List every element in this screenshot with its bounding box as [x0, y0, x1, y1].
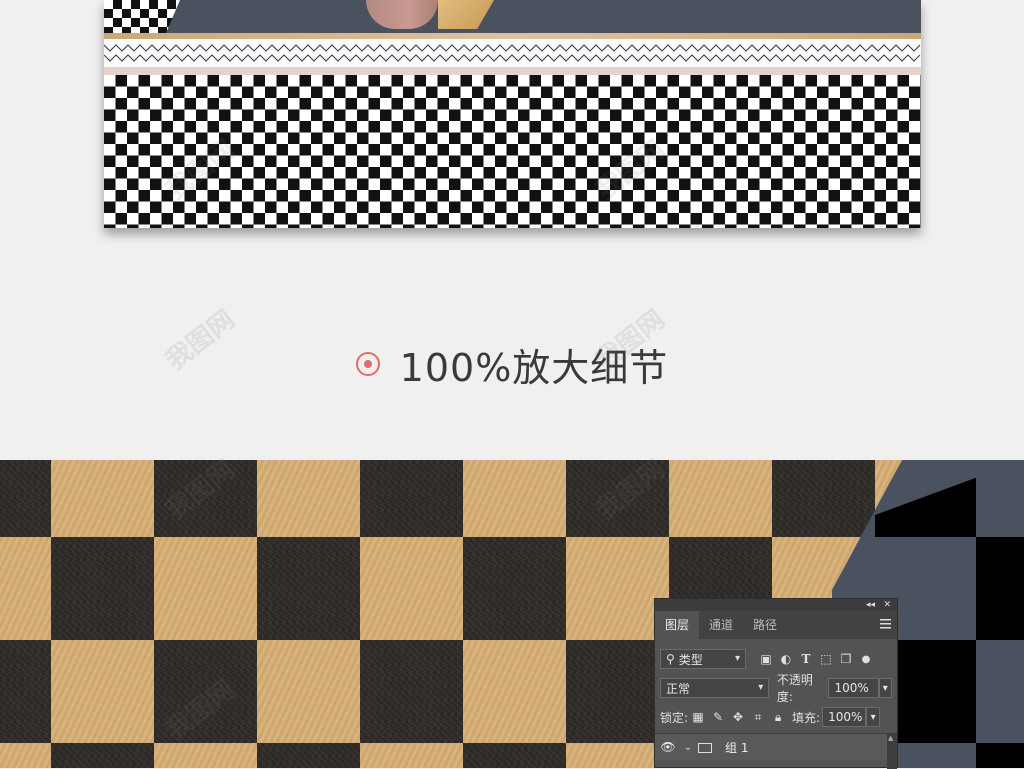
heading-text: 100%放大细节: [399, 345, 669, 390]
folder-icon: [695, 741, 717, 753]
panel-menu-icon[interactable]: [880, 619, 891, 629]
fill-value: 100%: [828, 710, 863, 724]
close-icon[interactable]: ✕: [883, 599, 891, 611]
filter-row: ⚲ 类型 ▾ ▣ ◐ T ⬚ ❐ ●: [660, 648, 892, 670]
opacity-input[interactable]: 100%: [828, 678, 879, 698]
panel-titlebar: ◂◂ ✕: [655, 599, 897, 611]
adjustment-filter-icon[interactable]: ◐: [776, 649, 796, 669]
chevron-down-icon: ▾: [882, 682, 888, 694]
lock-artboard-icon[interactable]: ⌗: [748, 707, 768, 727]
collapse-icon[interactable]: ◂◂: [866, 599, 875, 611]
opacity-dropdown[interactable]: ▾: [878, 678, 893, 698]
opacity-label: 不透明度:: [776, 673, 813, 704]
lock-all-icon[interactable]: 🔒︎: [768, 707, 788, 727]
layer-row[interactable]: 👁︎ ⌄ 组 1: [655, 733, 887, 760]
chevron-down-icon: ▾: [870, 711, 876, 723]
tab-channels[interactable]: 通道: [699, 611, 743, 639]
panel-tabs: 图层 通道 路径: [655, 611, 897, 639]
opacity-value: 100%: [834, 681, 869, 695]
eye-icon[interactable]: 👁︎: [655, 740, 681, 754]
shape-filter-icon[interactable]: ⬚: [816, 649, 836, 669]
chevron-down-icon: ▾: [758, 682, 764, 693]
bullet-dot-icon: [355, 352, 380, 376]
preview-checker-bottom: [104, 75, 921, 228]
panel-scrollbar[interactable]: [887, 733, 897, 769]
filter-type-label: 类型: [678, 652, 703, 667]
lock-row: 锁定: ▦ ✎ ✥ ⌗ 🔒︎ 填充: 100% ▾: [660, 706, 892, 728]
lock-position-icon[interactable]: ✥: [728, 707, 748, 727]
preview-slate-band: [166, 0, 921, 33]
chevron-down-icon[interactable]: ⌄: [681, 742, 695, 753]
lock-transparent-icon[interactable]: ▦: [688, 707, 708, 727]
fill-input[interactable]: 100%: [822, 707, 867, 727]
chevron-down-icon: ▾: [734, 653, 740, 664]
type-filter-icon[interactable]: T: [796, 649, 816, 669]
lock-paint-icon[interactable]: ✎: [708, 707, 728, 727]
filter-type-select[interactable]: ⚲ 类型 ▾: [660, 649, 746, 669]
pixel-filter-icon[interactable]: ▣: [756, 649, 776, 669]
tab-layers[interactable]: 图层: [655, 611, 700, 639]
fill-dropdown[interactable]: ▾: [866, 707, 881, 727]
tab-paths[interactable]: 路径: [743, 611, 787, 639]
blend-mode-value: 正常: [666, 681, 691, 696]
pattern-preview: [104, 0, 921, 228]
preview-zigzag-band: [104, 39, 921, 67]
search-icon: ⚲: [666, 652, 675, 666]
lock-label: 锁定:: [660, 710, 689, 725]
layers-panel: ◂◂ ✕ 图层 通道 路径 ⚲ 类型 ▾ ▣ ◐ T ⬚ ❐ ● 正常 ▾ 不透…: [654, 598, 898, 769]
layer-name: 组 1: [725, 740, 749, 755]
zigzag-lines: [104, 44, 921, 62]
filter-toggle-icon[interactable]: ●: [856, 649, 876, 669]
section-heading: 100%放大细节: [0, 338, 1024, 390]
preview-pink-stripe: [104, 67, 921, 75]
blend-row: 正常 ▾ 不透明度: 100% ▾: [660, 673, 893, 704]
smart-object-filter-icon[interactable]: ❐: [836, 649, 856, 669]
blend-mode-select[interactable]: 正常 ▾: [660, 678, 770, 698]
fill-label: 填充:: [792, 710, 821, 725]
